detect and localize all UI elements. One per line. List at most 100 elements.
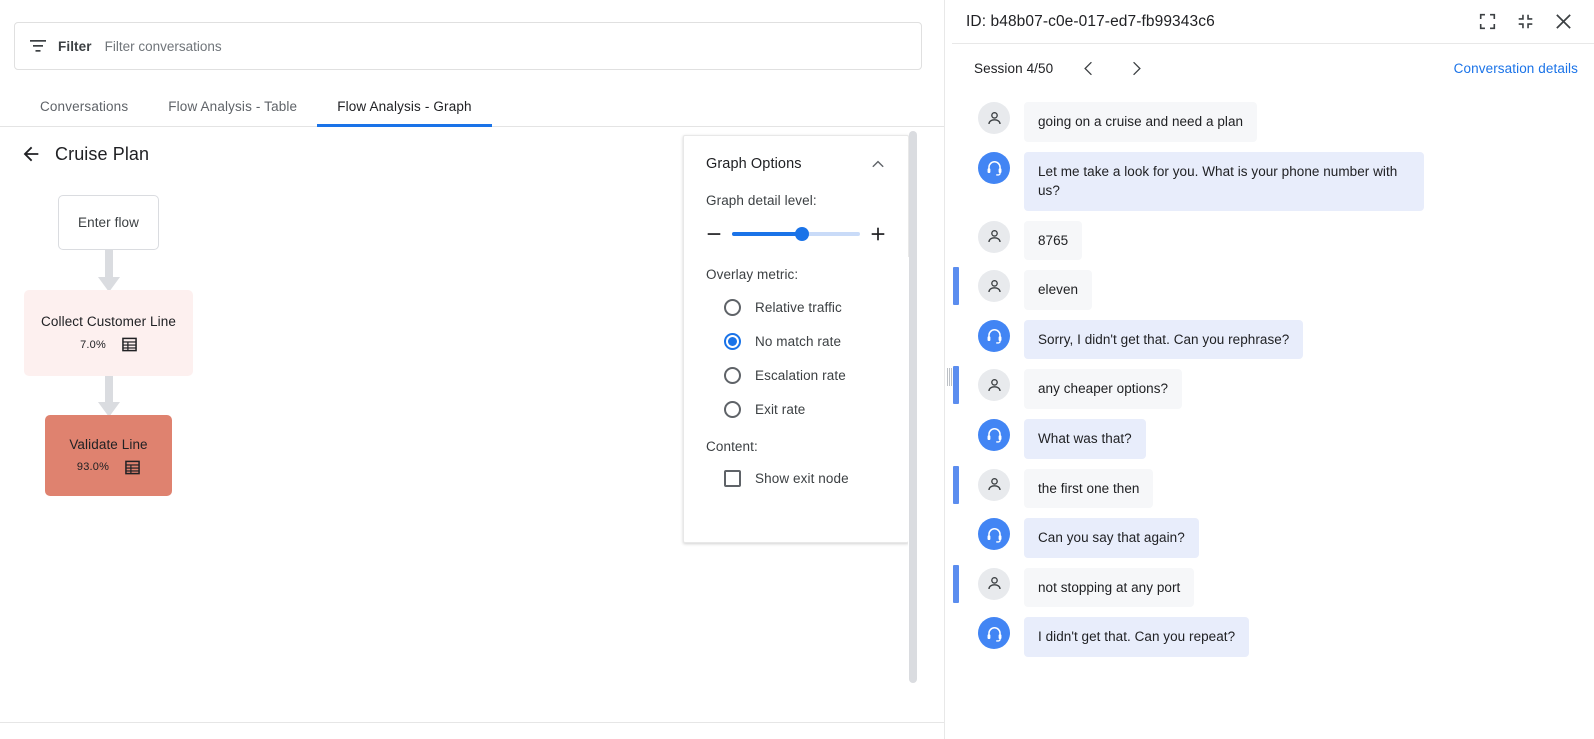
chevron-left-icon[interactable] [1073,53,1103,83]
radio-label: Exit rate [755,402,805,417]
flow-header: Cruise Plan [20,143,149,165]
flow-node-validate-line[interactable]: Validate Line 93.0% [45,415,172,496]
graph-options-header[interactable]: Graph Options [684,136,908,172]
flow-node-collect-customer-line[interactable]: Collect Customer Line 7.0% [24,290,193,376]
message-row-agent[interactable]: What was that? [952,414,1594,464]
panel-splitter[interactable] [944,0,952,739]
conversation-panel: ID: b48b07-c0e-017-ed7-fb99343c6 [952,0,1594,739]
arrow-back-icon[interactable] [20,143,42,165]
message-row-agent[interactable]: I didn't get that. Can you repeat? [952,612,1594,662]
flow-node-title: Collect Customer Line [41,314,176,329]
graph-scrollbar-thumb[interactable] [909,131,917,683]
message-list: going on a cruise and need a plan Let me … [952,92,1594,662]
message-row-user[interactable]: eleven [952,265,1594,315]
graph-detail-slider[interactable] [732,224,860,244]
agent-avatar-icon [978,518,1010,550]
message-bubble: going on a cruise and need a plan [1024,102,1257,142]
decrease-detail-button[interactable] [702,222,726,246]
flow-node-meta: 7.0% [80,337,137,352]
message-row-user[interactable]: not stopping at any port [952,563,1594,613]
message-row-agent[interactable]: Let me take a look for you. What is your… [952,147,1594,216]
left-panel-bottom-edge [0,722,944,739]
message-bubble: 8765 [1024,221,1082,261]
chevron-up-icon[interactable] [870,156,886,172]
radio-circle-icon [724,401,741,418]
checkbox-icon [724,470,741,487]
message-bubble: Can you say that again? [1024,518,1199,558]
message-row-user[interactable]: any cheaper options? [952,364,1594,414]
flow-node-percent: 93.0% [77,461,109,473]
table-view-icon[interactable] [122,337,137,352]
user-avatar-icon [978,221,1010,253]
conversation-details-link[interactable]: Conversation details [1454,61,1578,76]
message-bubble: the first one then [1024,469,1153,509]
agent-avatar-icon [978,419,1010,451]
message-highlight-marker [953,565,959,603]
expand-icon[interactable] [1472,7,1502,37]
flow-arrow-collect-to-validate [95,375,123,418]
tab-conversations[interactable]: Conversations [20,99,148,126]
radio-escalation-rate[interactable]: Escalation rate [684,367,908,384]
content-label: Content: [684,439,908,454]
overlay-metric-label: Overlay metric: [684,267,908,282]
message-bubble: not stopping at any port [1024,568,1194,608]
slider-thumb[interactable] [795,227,809,241]
slider-fill [732,232,802,236]
increase-detail-button[interactable] [866,222,890,246]
flow-node-title: Enter flow [78,215,139,230]
flow-graph-canvas[interactable]: Cruise Plan Enter flow Collect Customer … [0,127,944,722]
tab-flow-analysis-table[interactable]: Flow Analysis - Table [148,99,317,126]
radio-relative-traffic[interactable]: Relative traffic [684,299,908,316]
table-view-icon[interactable] [125,460,140,475]
tab-bar: Conversations Flow Analysis - Table Flow… [0,88,944,127]
user-avatar-icon [978,568,1010,600]
chevron-right-icon[interactable] [1121,53,1151,83]
message-highlight-marker [953,466,959,504]
tab-flow-analysis-graph[interactable]: Flow Analysis - Graph [317,99,491,126]
flow-arrow-enter-to-collect [95,249,123,293]
conversation-header: ID: b48b07-c0e-017-ed7-fb99343c6 [952,0,1594,44]
radio-circle-icon [724,299,741,316]
flow-node-meta: 93.0% [77,460,140,475]
left-panel: Filter Conversations Flow Analysis - Tab… [0,0,944,722]
radio-exit-rate[interactable]: Exit rate [684,401,908,418]
conversation-id: ID: b48b07-c0e-017-ed7-fb99343c6 [966,13,1464,31]
flow-node-percent: 7.0% [80,339,106,351]
session-navigation: Session 4/50 Conversation details [952,44,1594,92]
message-bubble: I didn't get that. Can you repeat? [1024,617,1249,657]
message-bubble: What was that? [1024,419,1146,459]
checkbox-label: Show exit node [755,471,849,486]
agent-avatar-icon [978,617,1010,649]
search-input[interactable] [105,39,705,54]
radio-label: Escalation rate [755,368,846,383]
close-icon[interactable] [1548,7,1578,37]
message-row-user[interactable]: going on a cruise and need a plan [952,97,1594,147]
message-row-agent[interactable]: Can you say that again? [952,513,1594,563]
message-bubble: any cheaper options? [1024,369,1182,409]
message-row-user[interactable]: 8765 [952,216,1594,266]
graph-detail-slider-row [684,222,908,246]
collapse-icon[interactable] [1510,7,1540,37]
message-row-agent[interactable]: Sorry, I didn't get that. Can you rephra… [952,315,1594,365]
message-bubble: Let me take a look for you. What is your… [1024,152,1424,211]
filter-bar[interactable]: Filter [14,22,922,70]
filter-label: Filter [58,39,92,54]
graph-detail-label: Graph detail level: [684,193,908,208]
message-row-user[interactable]: the first one then [952,464,1594,514]
message-bubble: Sorry, I didn't get that. Can you rephra… [1024,320,1303,360]
radio-circle-icon [724,367,741,384]
graph-options-title: Graph Options [706,156,802,172]
user-avatar-icon [978,469,1010,501]
message-highlight-marker [953,267,959,305]
agent-avatar-icon [978,320,1010,352]
flow-node-enter-flow[interactable]: Enter flow [58,195,159,250]
user-avatar-icon [978,102,1010,134]
radio-no-match-rate[interactable]: No match rate [684,333,908,350]
page-title: Cruise Plan [55,144,149,165]
agent-avatar-icon [978,152,1010,184]
app-root: Filter Conversations Flow Analysis - Tab… [0,0,1594,739]
message-highlight-marker [953,366,959,404]
checkbox-show-exit-node[interactable]: Show exit node [684,470,908,487]
filter-icon [29,37,47,55]
message-bubble: eleven [1024,270,1092,310]
